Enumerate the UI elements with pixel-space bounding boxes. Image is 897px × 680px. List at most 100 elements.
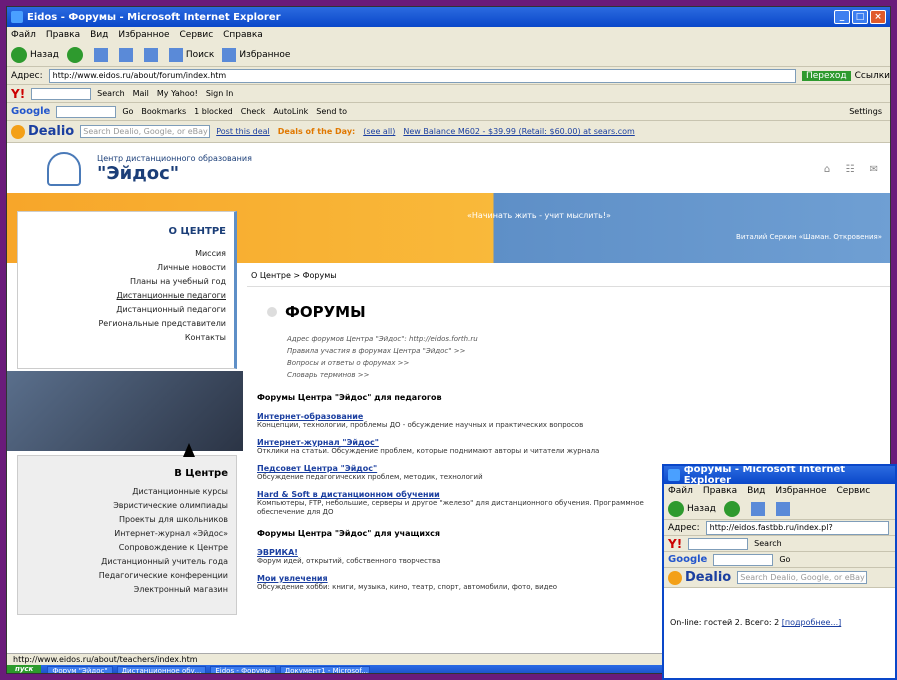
menu-view[interactable]: Вид — [747, 486, 765, 496]
site-header: Центр дистанционного образования "Эйдос"… — [7, 145, 890, 193]
breadcrumb[interactable]: О Центре > Форумы — [247, 271, 890, 287]
menu-file[interactable]: Файл — [11, 30, 36, 40]
forum-link[interactable]: Правила участия в форумах Центра "Эйдос"… — [287, 345, 687, 357]
about-menu-item[interactable]: Миссия — [26, 247, 226, 261]
forum-entry-title[interactable]: Мои увлечения — [257, 574, 687, 583]
forward-button[interactable] — [66, 46, 86, 63]
center-menu-item[interactable]: Дистанционные курсы — [26, 485, 228, 499]
about-menu-item[interactable]: Личные новости — [26, 261, 226, 275]
about-menu-item[interactable]: Контакты — [26, 331, 226, 345]
settings-button[interactable]: Settings — [849, 107, 882, 116]
close-button[interactable]: × — [870, 10, 886, 24]
send-to-button[interactable]: Send to — [316, 107, 347, 116]
center-menu-item[interactable]: Сопровождение к Центре — [26, 541, 228, 555]
forward-button[interactable] — [723, 500, 743, 517]
details-link[interactable]: [подробнее...] — [782, 618, 842, 627]
forum-entry-title[interactable]: ЭВРИКА! — [257, 548, 687, 557]
dealio-icon — [11, 124, 25, 139]
ie-icon — [11, 11, 23, 23]
center-menu-item[interactable]: Педагогические конференции — [26, 569, 228, 583]
forum-entry-title[interactable]: Hard & Soft в дистанционном обучении — [257, 490, 687, 499]
yahoo-search-input[interactable] — [31, 87, 92, 100]
go-button[interactable]: Переход — [801, 70, 851, 81]
center-menu-item[interactable]: Проекты для школьников — [26, 513, 228, 527]
center-menu-item[interactable]: Электронный магазин — [26, 583, 228, 597]
sitemap-icon[interactable]: ☷ — [845, 164, 854, 175]
center-menu-item[interactable]: Дистанционный учитель года — [26, 555, 228, 569]
refresh-button[interactable] — [118, 47, 136, 62]
forum-link[interactable]: Адрес форумов Центра "Эйдос": http://eid… — [287, 333, 687, 345]
taskbar-item[interactable]: Форум "Эйдос" — [47, 665, 113, 673]
check-button[interactable]: Check — [241, 107, 266, 116]
stop-button[interactable] — [750, 501, 768, 516]
popup-title: форумы - Microsoft Internet Explorer — [683, 464, 846, 486]
start-button[interactable]: пуск — [7, 665, 42, 673]
google-go-button[interactable]: Go — [122, 107, 133, 116]
taskbar-item[interactable]: Eidos - Форумы — [210, 665, 276, 673]
search-button[interactable]: Поиск — [168, 47, 214, 62]
google-search-input[interactable] — [56, 105, 117, 118]
yahoo-mail-button[interactable]: Mail — [133, 89, 149, 98]
back-button[interactable]: Назад — [668, 500, 716, 517]
eidos-logo[interactable] — [47, 152, 81, 186]
post-deal-link[interactable]: Post this deal — [216, 127, 270, 136]
minimize-button[interactable]: _ — [834, 10, 850, 24]
google-search-input[interactable] — [713, 553, 774, 566]
popup-blocked[interactable]: 1 blocked — [194, 107, 233, 116]
forum-entry-desc: Отклики на статьи. Обсуждение проблем, к… — [257, 447, 600, 455]
google-go-button[interactable]: Go — [779, 555, 790, 564]
bullet-icon — [267, 307, 277, 317]
address-bar: Адрес: http://www.eidos.ru/about/forum/i… — [7, 67, 890, 85]
links-label[interactable]: Ссылки — [855, 71, 890, 81]
forum-entry-title[interactable]: Педсовет Центра "Эйдос" — [257, 464, 687, 473]
home-icon[interactable]: ⌂ — [824, 164, 830, 175]
popup-address-input[interactable]: http://eidos.fastbb.ru/index.pl? — [705, 520, 889, 535]
favorites-button[interactable]: Избранное — [222, 47, 290, 62]
menu-tools[interactable]: Сервис — [180, 30, 214, 40]
forum-link[interactable]: Словарь терминов >> — [287, 369, 687, 381]
mail-icon[interactable]: ✉ — [870, 164, 878, 175]
search-button[interactable] — [775, 501, 793, 516]
back-button[interactable]: Назад — [11, 46, 59, 63]
deal-link[interactable]: New Balance M602 - $39.99 (Retail: $60.0… — [403, 127, 634, 136]
menu-tools[interactable]: Сервис — [837, 486, 871, 496]
home-button[interactable] — [143, 47, 161, 62]
menu-favorites[interactable]: Избранное — [775, 486, 826, 496]
popup-window: форумы - Microsoft Internet Explorer Фай… — [662, 464, 897, 680]
about-menu-item[interactable]: Планы на учебный год — [26, 275, 226, 289]
popup-address-bar: Адрес: http://eidos.fastbb.ru/index.pl? — [664, 520, 895, 536]
stop-button[interactable] — [93, 47, 111, 62]
menu-view[interactable]: Вид — [90, 30, 108, 40]
about-menu-item[interactable]: Дистанционные педагоги — [26, 289, 226, 303]
menu-bar: Файл Правка Вид Избранное Сервис Справка — [7, 27, 890, 43]
taskbar-item[interactable]: Документ1 - Microsof... — [279, 665, 370, 673]
forum-entry-title[interactable]: Интернет-журнал "Эйдос" — [257, 438, 687, 447]
back-icon — [11, 46, 27, 63]
center-menu-item[interactable]: Интернет-журнал «Эйдос» — [26, 527, 228, 541]
center-menu-item[interactable]: Эвристические олимпиады — [26, 499, 228, 513]
autolink-button[interactable]: AutoLink — [273, 107, 308, 116]
section-heading: Форумы Центра "Эйдос" для педагогов — [257, 393, 442, 402]
maximize-button[interactable]: □ — [852, 10, 868, 24]
menu-edit[interactable]: Правка — [46, 30, 80, 40]
main-content: ФОРУМЫ Адрес форумов Центра "Эйдос": htt… — [257, 293, 687, 600]
taskbar-item[interactable]: Дистанционное обу... — [116, 665, 207, 673]
yahoo-search-button[interactable]: Search — [97, 89, 124, 98]
sign-in-button[interactable]: Sign In — [206, 89, 233, 98]
about-menu-item[interactable]: Региональные представители — [26, 317, 226, 331]
bookmarks-button[interactable]: Bookmarks — [141, 107, 186, 116]
forum-entry-title[interactable]: Интернет-образование — [257, 412, 687, 421]
dealio-search-input[interactable]: Search Dealio, Google, or eBay — [80, 125, 211, 138]
forum-link[interactable]: Вопросы и ответы о форумах >> — [287, 357, 687, 369]
dealio-search-input[interactable]: Search Dealio, Google, or eBay — [737, 571, 868, 584]
menu-favorites[interactable]: Избранное — [118, 30, 169, 40]
about-menu-item[interactable]: Дистанционный педагоги — [26, 303, 226, 317]
yahoo-search-input[interactable] — [688, 537, 749, 550]
menu-file[interactable]: Файл — [668, 486, 693, 496]
my-yahoo-button[interactable]: My Yahoo! — [157, 89, 198, 98]
menu-edit[interactable]: Правка — [703, 486, 737, 496]
yahoo-search-button[interactable]: Search — [754, 539, 781, 548]
see-all-link[interactable]: (see all) — [363, 127, 395, 136]
menu-help[interactable]: Справка — [223, 30, 263, 40]
address-input[interactable]: http://www.eidos.ru/about/forum/index.ht… — [48, 68, 796, 83]
